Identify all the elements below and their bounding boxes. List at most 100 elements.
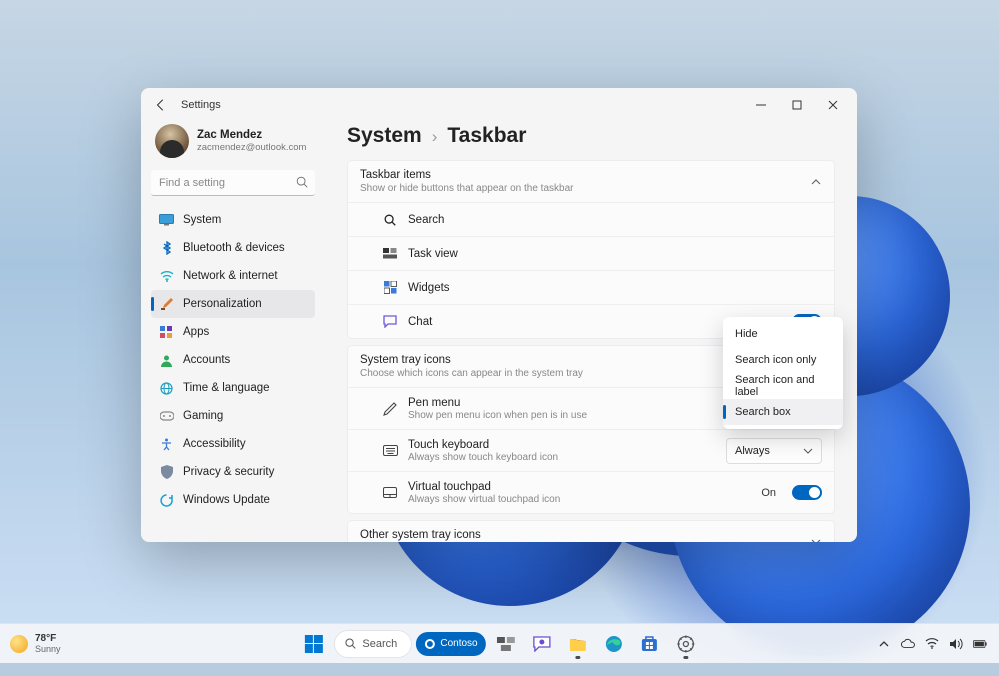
keyboard-icon: [382, 445, 398, 456]
store-icon: [641, 635, 658, 652]
taskview-icon: [497, 637, 515, 651]
taskview-icon: [382, 248, 398, 259]
widgets-icon: [382, 281, 398, 294]
section-header[interactable]: Other system tray icons Show or hide add…: [348, 521, 834, 542]
nav-label: Privacy & security: [183, 466, 274, 478]
nav-update[interactable]: Windows Update: [151, 486, 315, 514]
gear-icon: [677, 635, 695, 653]
taskbar-item-widgets[interactable]: Widgets: [348, 270, 834, 304]
tray-touch-keyboard[interactable]: Touch keyboardAlways show touch keyboard…: [348, 429, 834, 471]
row-subtitle: Always show virtual touchpad icon: [408, 494, 751, 505]
edge-icon: [605, 635, 623, 653]
nav-list: System Bluetooth & devices Network & int…: [151, 206, 315, 514]
chat-button[interactable]: [526, 628, 558, 660]
option-search-box[interactable]: Search box: [723, 399, 843, 425]
taskbar-items-section: Taskbar items Show or hide buttons that …: [347, 160, 835, 339]
touchpad-icon: [382, 487, 398, 498]
nav-network[interactable]: Network & internet: [151, 262, 315, 290]
tray-chevron-icon[interactable]: [877, 637, 891, 651]
option-icon-only[interactable]: Search icon only: [723, 347, 843, 373]
avatar: [155, 124, 189, 158]
volume-icon[interactable]: [949, 637, 963, 651]
nav-personalization[interactable]: Personalization: [151, 290, 315, 318]
nav-time[interactable]: Time & language: [151, 374, 315, 402]
apps-icon: [159, 325, 174, 340]
nav-privacy[interactable]: Privacy & security: [151, 458, 315, 486]
nav-accounts[interactable]: Accounts: [151, 346, 315, 374]
chat-icon: [533, 636, 551, 652]
user-profile[interactable]: Zac Mendez zacmendez@outlook.com: [151, 122, 315, 168]
row-subtitle: Always show touch keyboard icon: [408, 452, 716, 463]
taskbar-search[interactable]: Search: [333, 630, 411, 658]
window-title: Settings: [181, 99, 221, 111]
row-label: Chat: [408, 316, 751, 328]
nav-label: Network & internet: [183, 270, 278, 282]
touchpad-toggle[interactable]: [792, 485, 822, 500]
breadcrumb-current: Taskbar: [447, 124, 526, 148]
maximize-button[interactable]: [779, 91, 815, 119]
settings-button[interactable]: [670, 628, 702, 660]
onedrive-icon[interactable]: [901, 637, 915, 651]
nav-gaming[interactable]: Gaming: [151, 402, 315, 430]
weather-cond: Sunny: [35, 644, 61, 654]
other-tray-section: Other system tray icons Show or hide add…: [347, 520, 835, 542]
taskbar-center: Search Contoso: [297, 628, 701, 660]
back-button[interactable]: [147, 91, 175, 119]
shield-icon: [159, 465, 174, 480]
update-icon: [159, 493, 174, 508]
nav-system[interactable]: System: [151, 206, 315, 234]
nav-accessibility[interactable]: Accessibility: [151, 430, 315, 458]
row-label: Widgets: [408, 282, 822, 294]
chevron-down-icon: [803, 446, 813, 456]
user-name: Zac Mendez: [197, 129, 306, 142]
search-label: Search: [362, 638, 397, 650]
content-area: System › Taskbar Taskbar items Show or h…: [325, 122, 857, 542]
brush-icon: [159, 297, 174, 312]
breadcrumb-separator: ›: [432, 127, 438, 147]
nav-bluetooth[interactable]: Bluetooth & devices: [151, 234, 315, 262]
nav-label: System: [183, 214, 221, 226]
search-input[interactable]: [151, 170, 315, 196]
folder-icon: [569, 636, 587, 651]
windows-icon: [304, 635, 322, 653]
nav-label: Gaming: [183, 410, 223, 422]
search-icon: [295, 175, 309, 189]
row-title: Pen menu: [408, 397, 751, 409]
settings-search[interactable]: [151, 170, 315, 196]
sidebar: Zac Mendez zacmendez@outlook.com System …: [141, 122, 325, 542]
minimize-button[interactable]: [743, 91, 779, 119]
start-button[interactable]: [297, 628, 329, 660]
nav-label: Windows Update: [183, 494, 270, 506]
nav-apps[interactable]: Apps: [151, 318, 315, 346]
accessibility-icon: [159, 437, 174, 452]
nav-label: Personalization: [183, 298, 262, 310]
taskbar-item-taskview[interactable]: Task view: [348, 236, 834, 270]
close-button[interactable]: [815, 91, 851, 119]
taskbar-item-search[interactable]: Search: [348, 202, 834, 236]
option-hide[interactable]: Hide: [723, 321, 843, 347]
battery-icon[interactable]: [973, 637, 987, 651]
edge-button[interactable]: [598, 628, 630, 660]
store-button[interactable]: [634, 628, 666, 660]
weather-widget[interactable]: 78°F Sunny: [0, 633, 61, 654]
row-label: Task view: [408, 248, 822, 260]
person-icon: [159, 353, 174, 368]
display-icon: [159, 213, 174, 228]
section-header[interactable]: Taskbar items Show or hide buttons that …: [348, 161, 834, 202]
taskview-button[interactable]: [490, 628, 522, 660]
settings-window: Settings Zac Mendez zacmendez@outlook.co…: [141, 88, 857, 542]
wifi-icon: [159, 269, 174, 284]
nav-label: Apps: [183, 326, 209, 338]
contoso-pill[interactable]: Contoso: [415, 632, 485, 656]
nav-label: Accounts: [183, 354, 230, 366]
row-subtitle: Show pen menu icon when pen is in use: [408, 410, 751, 421]
keyboard-select[interactable]: Always: [726, 438, 822, 464]
system-tray[interactable]: [877, 637, 999, 651]
explorer-button[interactable]: [562, 628, 594, 660]
section-subtitle: Show or hide buttons that appear on the …: [360, 183, 810, 194]
wifi-icon[interactable]: [925, 637, 939, 651]
tray-virtual-touchpad[interactable]: Virtual touchpadAlways show virtual touc…: [348, 471, 834, 513]
toggle-state: On: [761, 487, 776, 499]
breadcrumb-parent[interactable]: System: [347, 124, 422, 148]
option-icon-label[interactable]: Search icon and label: [723, 373, 843, 399]
